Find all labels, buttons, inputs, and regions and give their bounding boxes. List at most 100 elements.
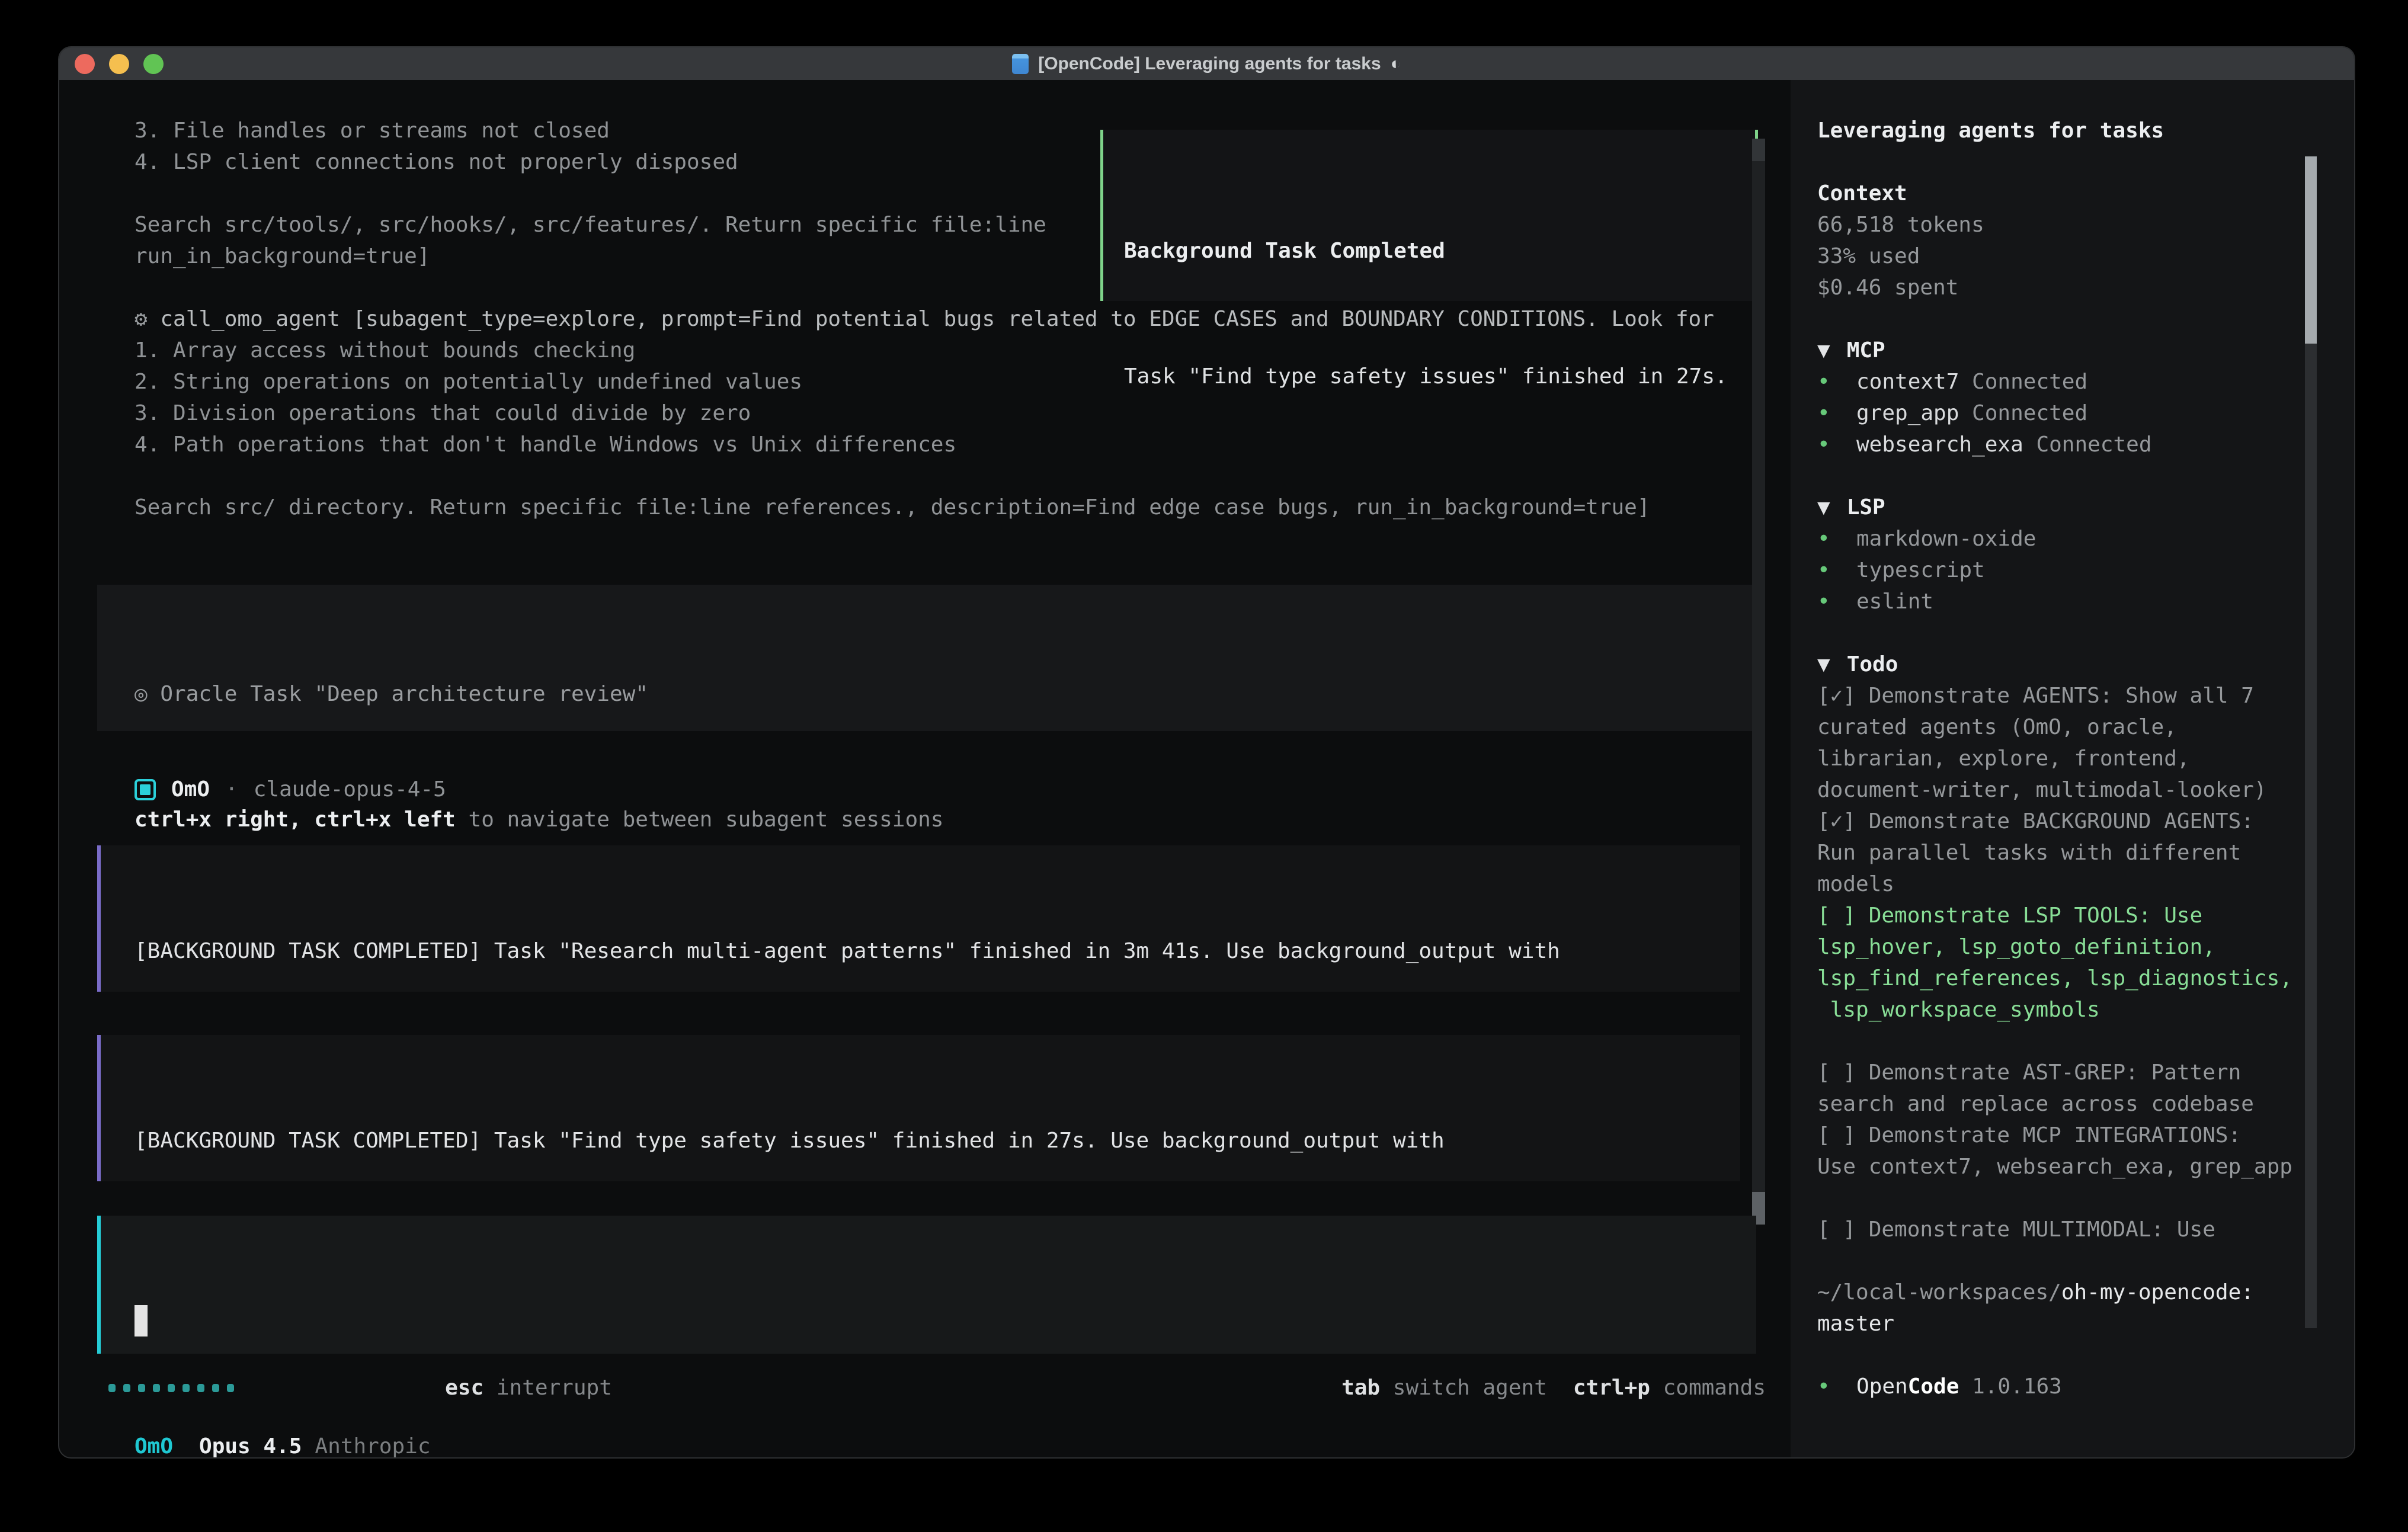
context-stat: 33% used xyxy=(1817,241,2327,272)
todo-item-line: lsp_find_references, lsp_diagnostics, xyxy=(1817,963,2327,994)
task-message-line1: [BACKGROUND TASK COMPLETED] Task "Resear… xyxy=(135,935,1740,967)
collapse-triangle-icon: ▼ xyxy=(1817,652,1830,677)
log-line: Search src/ directory. Return specific f… xyxy=(135,492,1714,523)
green-dot-icon: • xyxy=(1817,398,1856,429)
gear-icon: ⚙ xyxy=(135,307,160,331)
agent-name: OmO xyxy=(171,774,210,805)
spinner-dot xyxy=(227,1384,234,1392)
todo-item-line: models xyxy=(1817,868,2327,900)
sidebar-line xyxy=(1817,1245,2327,1277)
todo-item-line: lsp_workspace_symbols xyxy=(1817,994,2327,1025)
prompt-input[interactable]: OmO Opus 4.5 Anthropic xyxy=(97,1216,1756,1354)
context-header: Context xyxy=(1817,178,2327,209)
todo-item-line: [✓] Demonstrate BACKGROUND AGENTS: xyxy=(1817,806,2327,837)
record-circle-icon: ◎ xyxy=(135,682,148,706)
main-scrollbar[interactable] xyxy=(1752,139,1765,1225)
status-bar: esc interrupt tab switch agentctrl+p com… xyxy=(59,1372,1791,1403)
scrollbar-top-cap xyxy=(1752,139,1765,161)
maximize-button[interactable] xyxy=(143,54,164,74)
lsp-section-header[interactable]: ▼LSP xyxy=(1817,492,2327,523)
workspace-branch: master xyxy=(1817,1308,2327,1339)
sidebar-line xyxy=(1817,303,2327,335)
window-content: 3. File handles or streams not closed4. … xyxy=(59,80,2354,1457)
green-dot-icon: • xyxy=(1817,429,1856,460)
green-dot-icon: • xyxy=(1817,523,1856,555)
subagent-nav-hint: ctrl+x right, ctrl+x left to navigate be… xyxy=(135,804,1756,835)
lsp-server-item: •markdown-oxide xyxy=(1817,523,2327,555)
background-task-message: [BACKGROUND TASK COMPLETED] Task "Find t… xyxy=(97,1035,1740,1181)
spinner-dot xyxy=(212,1384,219,1392)
todo-section-header[interactable]: ▼Todo xyxy=(1817,649,2327,680)
oracle-task-title: ◎ Oracle Task "Deep architecture review" xyxy=(135,678,1756,710)
model-status-line: OmO Opus 4.5 Anthropic xyxy=(135,1431,1756,1459)
keybinding-hints: tab switch agentctrl+p commands xyxy=(1341,1372,1766,1403)
terminal-main-pane: 3. File handles or streams not closed4. … xyxy=(59,80,1791,1457)
opencode-window: [OpenCode] Leveraging agents for tasks ◐… xyxy=(58,46,2355,1459)
input-model-label: Opus 4.5 xyxy=(199,1431,302,1459)
background-task-message: [BACKGROUND TASK COMPLETED] Task "Resear… xyxy=(97,845,1740,992)
keybinding-hint: tab switch agent xyxy=(1341,1372,1547,1403)
sidebar-line xyxy=(1817,1339,2327,1371)
oracle-task-box[interactable]: ◎ Oracle Task "Deep architecture review"… xyxy=(97,585,1756,731)
todo-item-line: search and replace across codebase xyxy=(1817,1088,2327,1120)
todo-item-line: [ ] Demonstrate AST-GREP: Pattern xyxy=(1817,1057,2327,1088)
interrupt-hint: esc interrupt xyxy=(291,1341,612,1435)
green-dot-icon: • xyxy=(1817,366,1856,398)
collapse-triangle-icon: ▼ xyxy=(1817,495,1830,520)
mcp-server-item: •websearch_exa Connected xyxy=(1817,429,2327,460)
todo-item-line: [✓] Demonstrate AGENTS: Show all 7 xyxy=(1817,680,2327,711)
workspace-path: ~/local-workspaces/oh-my-opencode: xyxy=(1817,1277,2327,1308)
traffic-lights xyxy=(75,47,164,80)
separator-dot: · xyxy=(225,774,238,805)
spinner-dot xyxy=(197,1384,204,1392)
context-stat: $0.46 spent xyxy=(1817,272,2327,303)
mcp-server-item: •grep_app Connected xyxy=(1817,398,2327,429)
todo-item-line: librarian, explore, frontend, xyxy=(1817,743,2327,774)
todo-item-line: lsp_hover, lsp_goto_definition, xyxy=(1817,931,2327,963)
todo-item-line: Run parallel tasks with different xyxy=(1817,837,2327,868)
lsp-server-item: •typescript xyxy=(1817,555,2327,586)
spinner-dots-icon xyxy=(108,1384,234,1392)
spinner-dot xyxy=(138,1384,145,1392)
spinner-dot xyxy=(123,1384,130,1392)
sidebar-scrollbar[interactable] xyxy=(2305,156,2317,1328)
titlebar[interactable]: [OpenCode] Leveraging agents for tasks ◐ xyxy=(59,47,2354,80)
minimize-button[interactable] xyxy=(109,54,129,74)
window-title: [OpenCode] Leveraging agents for tasks ◐ xyxy=(1012,54,1401,74)
half-moon-icon: ◐ xyxy=(1391,54,1401,74)
todo-item-line: Use context7, websearch_exa, grep_app xyxy=(1817,1151,2327,1182)
todo-item-line: [ ] Demonstrate LSP TOOLS: Use xyxy=(1817,900,2327,931)
document-icon xyxy=(1012,54,1029,74)
mcp-section-header[interactable]: ▼MCP xyxy=(1817,335,2327,366)
omo-agent-icon xyxy=(135,779,156,800)
background-task-notification: Background Task Completed Task "Find typ… xyxy=(1100,130,1758,301)
window-title-text: [OpenCode] Leveraging agents for tasks xyxy=(1038,54,1381,74)
todo-item-line: [ ] Demonstrate MCP INTEGRATIONS: xyxy=(1817,1120,2327,1151)
spinner-dot xyxy=(153,1384,160,1392)
green-dot-icon: • xyxy=(1817,1371,1856,1402)
task-message-line1: [BACKGROUND TASK COMPLETED] Task "Find t… xyxy=(135,1125,1740,1156)
session-sidebar: Leveraging agents for tasks Context66,51… xyxy=(1791,80,2355,1457)
todo-item-line: document-writer, multimodal-looker) xyxy=(1817,774,2327,806)
close-button[interactable] xyxy=(75,54,95,74)
sidebar-line xyxy=(1817,1182,2327,1214)
text-cursor xyxy=(135,1305,148,1337)
notification-body: Task "Find type safety issues" finished … xyxy=(1124,361,1755,392)
input-agent-label: OmO xyxy=(135,1431,173,1459)
spinner-dot xyxy=(182,1384,190,1392)
notification-title: Background Task Completed xyxy=(1124,235,1755,267)
sidebar-line xyxy=(1817,1025,2327,1057)
sidebar-session-title: Leveraging agents for tasks xyxy=(1817,115,2327,146)
spinner-dot xyxy=(168,1384,175,1392)
sidebar-line xyxy=(1817,617,2327,649)
opencode-version: •OpenCode 1.0.163 xyxy=(1817,1371,2327,1402)
log-line xyxy=(135,460,1714,492)
sidebar-line xyxy=(1817,460,2327,492)
input-provider-label: Anthropic xyxy=(315,1431,430,1459)
mcp-server-item: •context7 Connected xyxy=(1817,366,2327,398)
todo-item-line: curated agents (OmO, oracle, xyxy=(1817,711,2327,743)
green-dot-icon: • xyxy=(1817,586,1856,617)
sidebar-scrollbar-thumb[interactable] xyxy=(2305,156,2317,344)
collapse-triangle-icon: ▼ xyxy=(1817,338,1830,363)
agent-model: claude-opus-4-5 xyxy=(254,774,446,805)
